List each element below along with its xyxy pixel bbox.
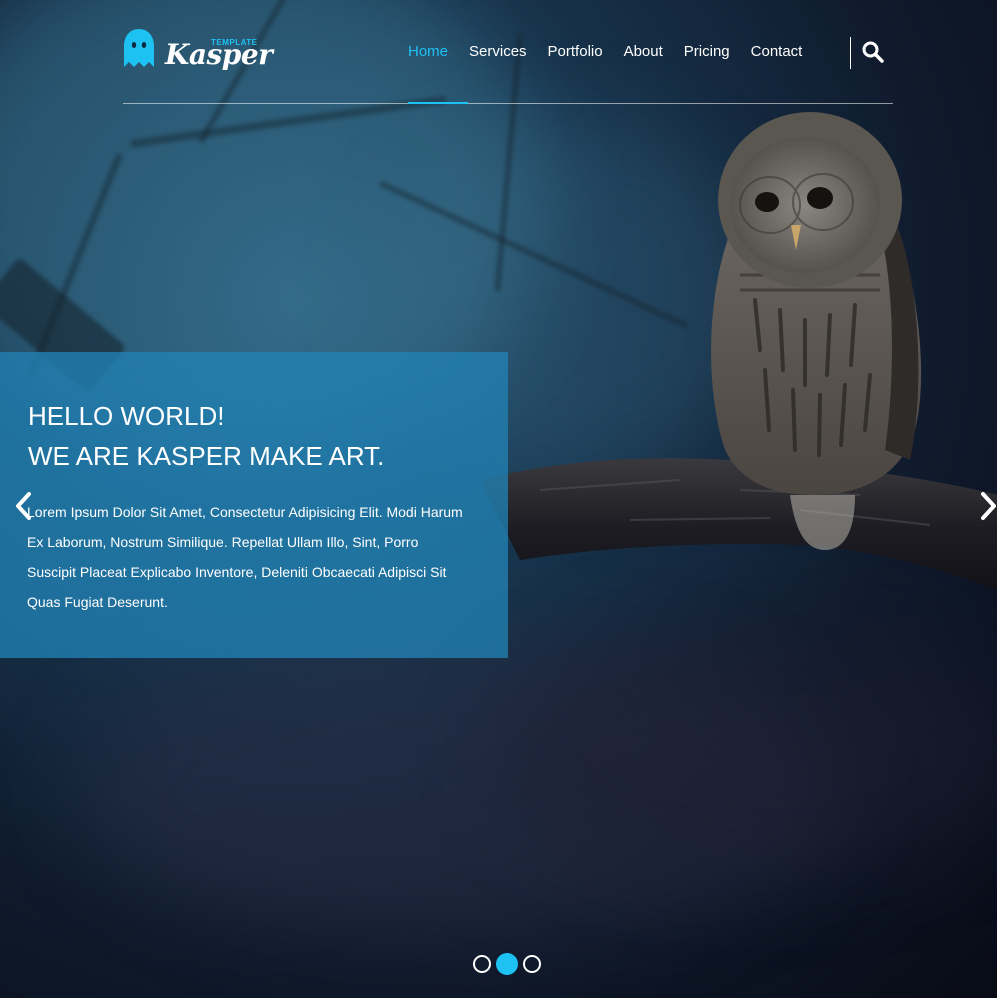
nav-item-contact[interactable]: Contact bbox=[751, 42, 803, 62]
chevron-right-icon[interactable] bbox=[978, 490, 997, 522]
slide-title: HELLO WORLD! WE ARE KASPER MAKE ART. bbox=[28, 396, 384, 476]
logo-wordmark: Kasper bbox=[165, 38, 273, 71]
main-nav: Home Services Portfolio About Pricing Co… bbox=[408, 42, 823, 62]
nav-item-portfolio[interactable]: Portfolio bbox=[548, 42, 603, 62]
slide-description: Lorem Ipsum Dolor Sit Amet, Consectetur … bbox=[27, 504, 463, 610]
slide-title-line1: HELLO WORLD! bbox=[28, 401, 225, 431]
header-divider bbox=[123, 103, 893, 104]
slider-pagination bbox=[473, 953, 541, 975]
chevron-left-icon[interactable] bbox=[12, 490, 34, 522]
slide-title-line2: WE ARE KASPER MAKE ART. bbox=[28, 441, 385, 471]
nav-divider bbox=[850, 37, 851, 69]
search-icon[interactable] bbox=[861, 40, 885, 64]
nav-item-about[interactable]: About bbox=[624, 42, 663, 62]
nav-item-services[interactable]: Services bbox=[469, 42, 527, 62]
nav-item-home[interactable]: Home bbox=[408, 42, 448, 62]
slide-caption: HELLO WORLD! WE ARE KASPER MAKE ART. Lor… bbox=[0, 352, 508, 658]
active-nav-indicator bbox=[408, 102, 468, 104]
slider-bullet-3[interactable] bbox=[523, 955, 541, 973]
slider-bullet-1[interactable] bbox=[473, 955, 491, 973]
owl-image bbox=[711, 112, 922, 550]
site-header: TEMPLATE Kasper Home Services Portfolio … bbox=[123, 0, 893, 105]
hero-slider: TEMPLATE Kasper Home Services Portfolio … bbox=[0, 0, 997, 998]
slider-bullet-2[interactable] bbox=[496, 953, 518, 975]
ghost-icon bbox=[124, 29, 154, 67]
nav-item-pricing[interactable]: Pricing bbox=[684, 42, 730, 62]
logo[interactable]: TEMPLATE Kasper bbox=[123, 28, 273, 72]
